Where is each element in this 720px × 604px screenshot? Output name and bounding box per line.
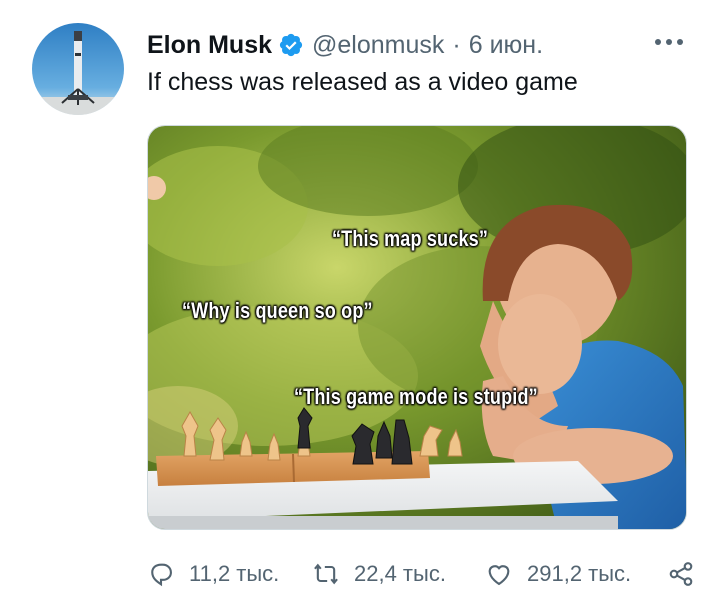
tweet-date[interactable]: 6 июн. (469, 31, 543, 60)
author-handle[interactable]: @elonmusk (312, 31, 444, 60)
reply-icon (147, 560, 175, 588)
verified-badge-icon (278, 32, 304, 58)
avatar[interactable] (32, 23, 124, 115)
retweet-count: 22,4 тыс. (354, 561, 446, 586)
caption-game-mode: “This game mode is stupid” (294, 384, 538, 409)
tweet-header: Elon Musk @elonmusk · 6 июн. (147, 28, 543, 62)
share-icon (667, 560, 695, 588)
caption-queen-op: “Why is queen so op” (182, 298, 373, 323)
author-name[interactable]: Elon Musk (147, 31, 272, 60)
tweet-text: If chess was released as a video game (147, 68, 578, 96)
chess-photo (148, 126, 686, 529)
like-count: 291,2 тыс. (527, 561, 632, 586)
header-separator: · (452, 30, 461, 59)
retweet-icon (312, 560, 340, 588)
more-horizontal-icon[interactable] (654, 30, 684, 54)
heart-icon (485, 560, 513, 588)
share-button[interactable] (667, 554, 695, 594)
tweet-actions: 11,2 тыс. 22,4 тыс. 291,2 тыс. (147, 554, 707, 594)
caption-map-sucks: “This map sucks” (332, 226, 489, 251)
avatar-image (32, 23, 124, 115)
reply-button[interactable]: 11,2 тыс. (147, 554, 279, 594)
like-button[interactable]: 291,2 тыс. (485, 554, 631, 594)
retweet-button[interactable]: 22,4 тыс. (312, 554, 446, 594)
tweet-media-image[interactable]: “This map sucks” “Why is queen so op” “T… (147, 125, 687, 530)
reply-count: 11,2 тыс. (189, 561, 280, 586)
